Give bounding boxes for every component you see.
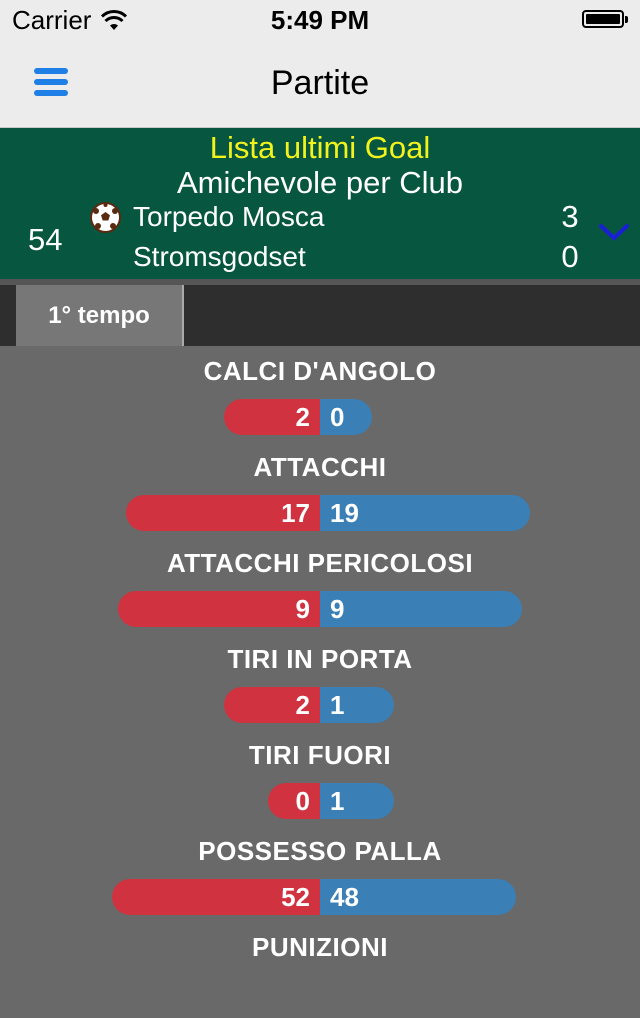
- away-stat-bar: 9: [320, 591, 522, 627]
- stat-row: ATTACCHI 17 19: [0, 442, 640, 538]
- stat-row: ATTACCHI PERICOLOSI 9 9: [0, 538, 640, 634]
- away-team-name: Stromsgodset: [133, 241, 306, 272]
- stat-row: PUNIZIONI: [0, 922, 640, 1018]
- chevron-down-icon[interactable]: [598, 222, 630, 242]
- status-time: 5:49 PM: [270, 5, 370, 35]
- battery-fill: [586, 14, 620, 24]
- stat-label: TIRI IN PORTA: [227, 644, 413, 674]
- away-stat-bar: 1: [320, 783, 394, 819]
- stat-label: PUNIZIONI: [252, 932, 388, 962]
- stat-label: POSSESSO PALLA: [198, 836, 442, 866]
- nav-bar: Partite: [0, 40, 640, 128]
- soccer-ball-icon: [90, 202, 121, 233]
- stat-row: TIRI FUORI 0 1: [0, 730, 640, 826]
- away-stat-bar: 0: [320, 399, 372, 435]
- home-stat-bar: 2: [224, 687, 320, 723]
- home-stat-bar: 2: [224, 399, 320, 435]
- match-minute: 54: [28, 222, 63, 257]
- home-stat-bar: 17: [126, 495, 320, 531]
- stat-label: ATTACCHI PERICOLOSI: [166, 548, 474, 578]
- battery-icon: [582, 10, 628, 28]
- stat-row: CALCI D'ANGOLO 2 0: [0, 346, 640, 442]
- stat-label: ATTACCHI: [253, 452, 387, 482]
- home-score: 3: [561, 199, 579, 234]
- competition-name: Amichevole per Club: [176, 165, 464, 200]
- away-stat-bar: 1: [320, 687, 394, 723]
- home-stat-bar: 0: [268, 783, 320, 819]
- match-header[interactable]: Lista ultimi Goal Amichevole per Club 54…: [0, 128, 640, 279]
- stat-row: POSSESSO PALLA 52 48: [0, 826, 640, 922]
- home-stat-bar: 52: [112, 879, 320, 915]
- stat-label: CALCI D'ANGOLO: [203, 356, 437, 386]
- page-title: Partite: [270, 64, 370, 102]
- home-team-name: Torpedo Mosca: [133, 201, 325, 232]
- status-bar: Carrier 5:49 PM: [0, 0, 640, 40]
- home-stat-bar: 9: [118, 591, 320, 627]
- away-score: 0: [561, 239, 579, 274]
- stat-label: TIRI FUORI: [248, 740, 392, 770]
- goal-list-title: Lista ultimi Goal: [209, 130, 431, 165]
- away-stat-bar: 48: [320, 879, 516, 915]
- period-tabs: 1° tempo: [0, 279, 640, 346]
- tab-first-half[interactable]: 1° tempo: [16, 285, 184, 346]
- stat-row: TIRI IN PORTA 2 1: [0, 634, 640, 730]
- stats-list: CALCI D'ANGOLO 2 0 ATTACCHI 17 19 ATTACC…: [0, 346, 640, 1018]
- away-stat-bar: 19: [320, 495, 530, 531]
